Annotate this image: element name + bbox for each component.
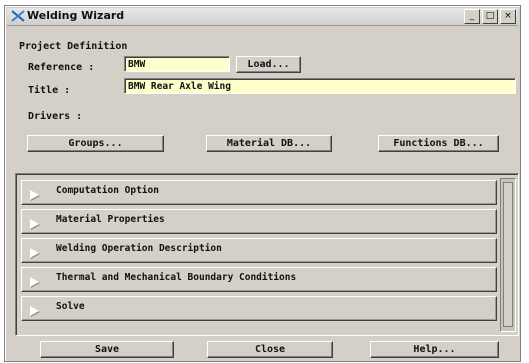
scrollbar-thumb[interactable]	[503, 182, 513, 327]
section-boundary-conditions[interactable]: Thermal and Mechanical Boundary Conditio…	[21, 267, 497, 292]
save-button[interactable]: Save	[40, 341, 174, 358]
section-label: Solve	[56, 301, 85, 312]
expand-arrow-icon	[30, 190, 39, 200]
title-label: Title :	[28, 85, 71, 96]
minimize-button[interactable]: _	[464, 9, 480, 24]
close-window-button[interactable]: ×	[500, 9, 516, 24]
reference-label: Reference :	[28, 62, 95, 73]
expand-arrow-icon	[30, 277, 39, 287]
section-label: Welding Operation Description	[56, 243, 222, 254]
title-bar[interactable]: Welding Wizard _ □ ×	[7, 8, 518, 26]
project-definition-heading: Project Definition	[19, 41, 128, 52]
window-controls: _ □ ×	[464, 9, 516, 24]
vertical-scrollbar[interactable]	[500, 178, 516, 332]
welding-wizard-window: Welding Wizard _ □ × Project Definition …	[4, 5, 521, 362]
help-button[interactable]: Help...	[370, 341, 499, 358]
section-label: Thermal and Mechanical Boundary Conditio…	[56, 272, 297, 283]
reference-field[interactable]: BMW	[124, 56, 230, 72]
material-db-button[interactable]: Material DB...	[206, 135, 332, 152]
expand-arrow-icon	[30, 306, 39, 316]
app-logo-icon	[11, 10, 25, 22]
expand-arrow-icon	[30, 219, 39, 229]
groups-button[interactable]: Groups...	[27, 135, 164, 152]
window-title: Welding Wizard	[27, 9, 125, 22]
section-material-properties[interactable]: Material Properties	[21, 209, 497, 234]
functions-db-button[interactable]: Functions DB...	[378, 135, 499, 152]
section-solve[interactable]: Solve	[21, 296, 497, 321]
load-button[interactable]: Load...	[236, 56, 301, 73]
section-label: Computation Option	[56, 185, 159, 196]
title-field[interactable]: BMW Rear Axle Wing	[124, 78, 516, 94]
sections-panel: Computation Option Material Properties W…	[15, 173, 519, 336]
section-welding-operation[interactable]: Welding Operation Description	[21, 238, 497, 263]
close-button[interactable]: Close	[207, 341, 333, 358]
maximize-button[interactable]: □	[482, 9, 498, 24]
drivers-label: Drivers :	[28, 111, 83, 122]
section-computation-option[interactable]: Computation Option	[21, 180, 497, 205]
expand-arrow-icon	[30, 248, 39, 258]
section-label: Material Properties	[56, 214, 165, 225]
